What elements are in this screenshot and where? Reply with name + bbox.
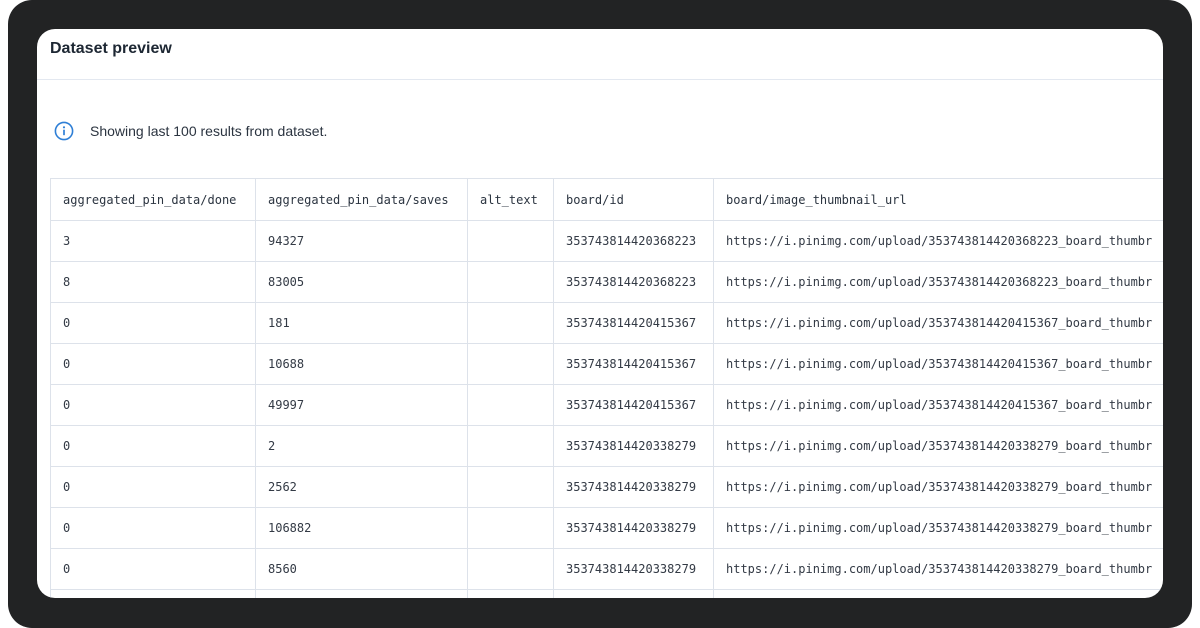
table-cell: 3 — [50, 220, 256, 262]
table-cell: 0 — [50, 466, 256, 508]
table-row — [50, 589, 1163, 598]
table-cell — [713, 589, 1163, 598]
table-cell — [467, 384, 554, 426]
table-cell: https://i.pinimg.com/upload/353743814420… — [713, 425, 1163, 467]
table-cell: 0 — [50, 548, 256, 590]
table-row: 0 8560 353743814420338279 https://i.pinimg.… — [50, 548, 1163, 590]
table-cell: 353743814420415367 — [553, 384, 714, 426]
table-cell: 106882 — [255, 507, 468, 549]
column-header[interactable]: aggregated_pin_data/done — [50, 178, 256, 221]
table-cell: 83005 — [255, 261, 468, 303]
table-cell — [467, 220, 554, 262]
results-table-container[interactable]: aggregated_pin_data/done aggregated_pin_… — [50, 178, 1163, 598]
table-cell: 0 — [50, 302, 256, 344]
panel-header: Dataset preview — [37, 29, 1163, 80]
table-cell: 181 — [255, 302, 468, 344]
table-row: 3 94327 353743814420368223 https://i.pinimg… — [50, 220, 1163, 262]
table-cell: 8 — [50, 261, 256, 303]
table-cell: 2562 — [255, 466, 468, 508]
table-cell: 353743814420415367 — [553, 302, 714, 344]
table-cell: https://i.pinimg.com/upload/353743814420… — [713, 261, 1163, 303]
table-cell — [467, 261, 554, 303]
column-header[interactable]: aggregated_pin_data/saves — [255, 178, 468, 221]
table-cell: 8560 — [255, 548, 468, 590]
table-cell — [467, 343, 554, 385]
table-cell: 353743814420338279 — [553, 507, 714, 549]
info-icon — [54, 121, 74, 141]
table-row: 8 83005 353743814420368223 https://i.pinimg… — [50, 261, 1163, 303]
table-cell: https://i.pinimg.com/upload/353743814420… — [713, 343, 1163, 385]
table-cell: 353743814420368223 — [553, 220, 714, 262]
table-cell: https://i.pinimg.com/upload/353743814420… — [713, 384, 1163, 426]
table-cell: 353743814420368223 — [553, 261, 714, 303]
table-cell: https://i.pinimg.com/upload/353743814420… — [713, 507, 1163, 549]
table-header-row: aggregated_pin_data/done aggregated_pin_… — [50, 178, 1163, 221]
table-cell: 353743814420338279 — [553, 466, 714, 508]
table-cell: 94327 — [255, 220, 468, 262]
table-cell: https://i.pinimg.com/upload/353743814420… — [713, 220, 1163, 262]
table-cell: 353743814420415367 — [553, 343, 714, 385]
table-cell: 49997 — [255, 384, 468, 426]
info-text: Showing last 100 results from dataset. — [90, 123, 328, 139]
results-table: aggregated_pin_data/done aggregated_pin_… — [50, 178, 1163, 598]
table-cell: https://i.pinimg.com/upload/353743814420… — [713, 548, 1163, 590]
table-cell: 0 — [50, 343, 256, 385]
table-cell: 0 — [50, 425, 256, 467]
table-row: 0 49997 353743814420415367 https://i.pinimg… — [50, 384, 1163, 426]
column-header[interactable]: board/image_thumbnail_url — [713, 178, 1163, 221]
table-cell — [467, 302, 554, 344]
table-row: 0 2562 353743814420338279 https://i.pinimg.… — [50, 466, 1163, 508]
column-header[interactable]: alt_text — [467, 178, 554, 221]
panel-title: Dataset preview — [50, 40, 172, 57]
table-cell: 0 — [50, 384, 256, 426]
table-cell: 2 — [255, 425, 468, 467]
table-row: 0 10688 353743814420415367 https://i.pinimg… — [50, 343, 1163, 385]
table-cell — [255, 589, 468, 598]
column-header[interactable]: board/id — [553, 178, 714, 221]
table-cell: 353743814420338279 — [553, 425, 714, 467]
table-cell: 10688 — [255, 343, 468, 385]
screenshot-frame: Dataset preview Showing last 100 results… — [8, 0, 1192, 628]
table-cell — [467, 425, 554, 467]
table-row: 0 2 353743814420338279 https://i.pinimg.com… — [50, 425, 1163, 467]
table-cell — [553, 589, 714, 598]
table-row: 0 181 353743814420415367 https://i.pinimg.c… — [50, 302, 1163, 344]
table-cell — [467, 507, 554, 549]
table-cell: https://i.pinimg.com/upload/353743814420… — [713, 302, 1163, 344]
table-cell: 0 — [50, 507, 256, 549]
table-cell — [467, 589, 554, 598]
info-message: Showing last 100 results from dataset. — [54, 120, 327, 142]
table-cell — [467, 548, 554, 590]
table-cell — [467, 466, 554, 508]
table-cell: 353743814420338279 — [553, 548, 714, 590]
table-row: 0 106882 353743814420338279 https://i.pinim… — [50, 507, 1163, 549]
dataset-preview-panel: Dataset preview Showing last 100 results… — [37, 29, 1163, 598]
table-cell: https://i.pinimg.com/upload/353743814420… — [713, 466, 1163, 508]
table-cell — [50, 589, 256, 598]
